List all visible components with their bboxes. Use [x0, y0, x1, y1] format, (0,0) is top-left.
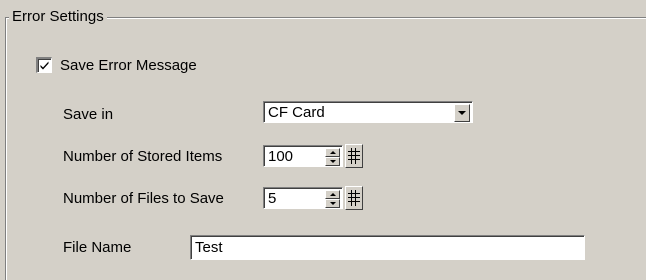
spin-up-button[interactable]	[325, 148, 340, 157]
arrow-down-icon	[330, 202, 336, 205]
group-title: Error Settings	[9, 7, 107, 27]
chevron-down-icon	[458, 111, 466, 115]
save-error-label[interactable]: Save Error Message	[60, 56, 197, 76]
spin-down-button[interactable]	[325, 199, 340, 208]
stored-items-input[interactable]: 100	[263, 145, 343, 167]
arrow-up-icon	[330, 193, 336, 196]
keypad-icon	[348, 190, 360, 206]
files-to-save-label: Number of Files to Save	[63, 190, 224, 207]
save-in-dropdown[interactable]: CF Card	[263, 101, 473, 123]
dropdown-button[interactable]	[454, 104, 470, 122]
files-to-save-spinner[interactable]	[325, 190, 340, 208]
files-to-save-keypad-button[interactable]	[345, 186, 363, 210]
save-in-label: Save in	[63, 106, 114, 123]
file-name-value: Test	[195, 239, 223, 256]
spin-up-button[interactable]	[325, 190, 340, 199]
file-name-input[interactable]: Test	[190, 235, 585, 260]
arrow-up-icon	[330, 151, 336, 154]
stored-items-label: Number of Stored Items	[63, 148, 223, 165]
save-in-value: CF Card	[268, 104, 325, 121]
files-to-save-input[interactable]: 5	[263, 187, 343, 209]
arrow-down-icon	[330, 160, 336, 163]
check-icon	[40, 61, 49, 70]
files-to-save-value: 5	[268, 190, 277, 207]
spin-down-button[interactable]	[325, 157, 340, 166]
stored-items-spinner[interactable]	[325, 148, 340, 166]
keypad-icon	[348, 148, 360, 164]
save-error-checkbox[interactable]	[36, 57, 52, 73]
file-name-label: File Name	[63, 239, 132, 256]
stored-items-keypad-button[interactable]	[345, 144, 363, 168]
stored-items-value: 100	[268, 148, 294, 165]
